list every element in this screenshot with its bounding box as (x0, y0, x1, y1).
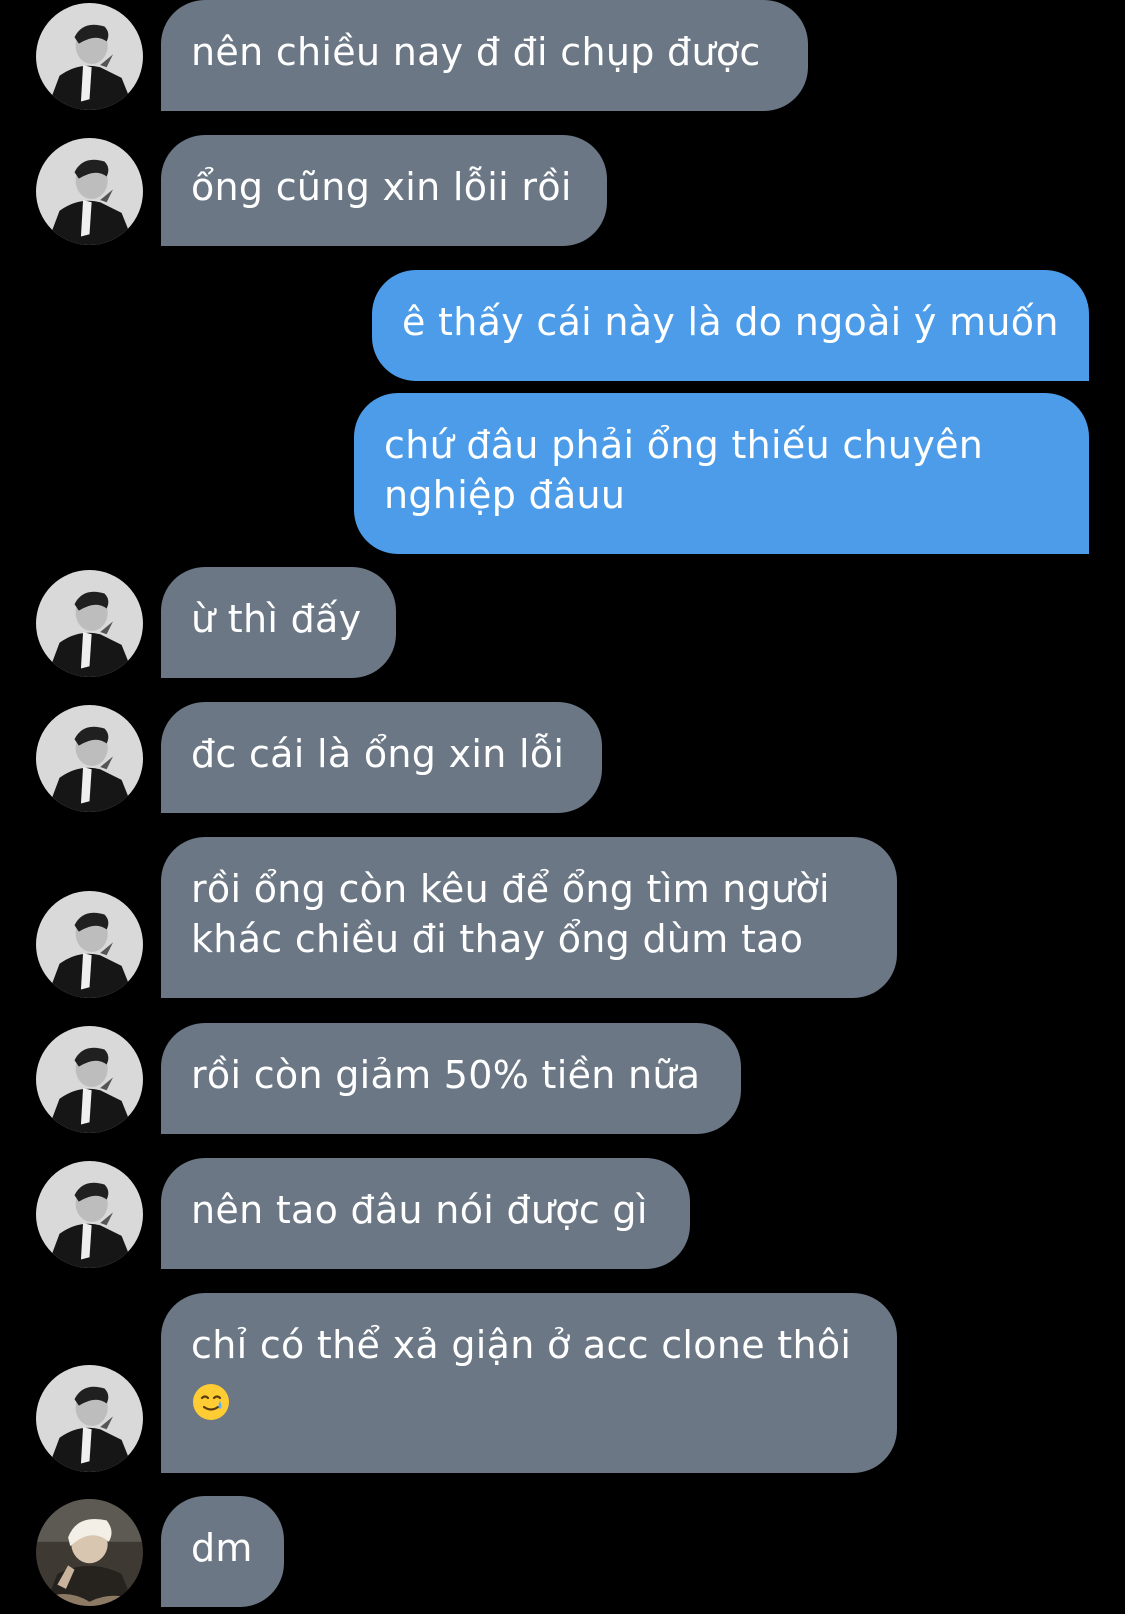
emoji-line (191, 1370, 867, 1422)
message-text: chỉ có thể xả giận ở acc clone thôi (191, 1323, 852, 1367)
message-text: khác chiều đi thay ổng dùm tao (191, 917, 804, 961)
message-text: đc cái là ổng xin lỗi (191, 732, 565, 776)
avatar-bw-portrait-icon (36, 705, 143, 812)
avatar[interactable] (36, 138, 143, 245)
avatar[interactable] (36, 1161, 143, 1268)
avatar[interactable] (36, 891, 143, 998)
message-text: dm (191, 1526, 253, 1570)
chat-thread: nên chiều nay đ đi chụp được ổng cũng xi… (0, 0, 1125, 1614)
message-text: chứ đâu phải ổng thiếu chuyên (384, 423, 984, 467)
message-text: rồi ổng còn kêu để ổng tìm người (191, 867, 830, 911)
message-bubble[interactable]: ừ thì đấy (161, 567, 396, 678)
message-text: nên tao đâu nói được gì (191, 1188, 648, 1232)
avatar-bw-portrait-icon (36, 3, 143, 110)
smiling-face-with-tear-icon (193, 1383, 229, 1420)
avatar[interactable] (36, 570, 143, 677)
avatar-bw-portrait-icon (36, 138, 143, 245)
message-bubble[interactable]: đc cái là ổng xin lỗi (161, 702, 602, 813)
message-text: nên chiều nay đ đi chụp được (191, 30, 761, 74)
message-text: nghiệp đâuu (384, 473, 626, 517)
avatar-bw-portrait-icon (36, 891, 143, 998)
avatar-bw-portrait-icon (36, 570, 143, 677)
avatar-photo-icon (36, 1499, 143, 1606)
avatar[interactable] (36, 1026, 143, 1133)
message-bubble[interactable]: rồi còn giảm 50% tiền nữa (161, 1023, 741, 1134)
message-text: ê thấy cái này là do ngoài ý muốn (402, 300, 1059, 344)
avatar[interactable] (36, 705, 143, 812)
message-text: rồi còn giảm 50% tiền nữa (191, 1053, 701, 1097)
avatar-bw-portrait-icon (36, 1026, 143, 1133)
message-bubble[interactable]: nên chiều nay đ đi chụp được (161, 0, 808, 111)
message-text: ừ thì đấy (191, 597, 362, 641)
message-bubble[interactable]: chứ đâu phải ổng thiếu chuyên nghiệp đâu… (354, 393, 1089, 554)
message-bubble[interactable]: ổng cũng xin lỗii rồi (161, 135, 607, 246)
message-bubble[interactable]: dm (161, 1496, 284, 1607)
message-text: ổng cũng xin lỗii rồi (191, 165, 572, 209)
message-bubble[interactable]: nên tao đâu nói được gì (161, 1158, 690, 1269)
message-bubble[interactable]: ê thấy cái này là do ngoài ý muốn (372, 270, 1089, 381)
avatar[interactable] (36, 1365, 143, 1472)
avatar-bw-portrait-icon (36, 1161, 143, 1268)
message-bubble[interactable]: chỉ có thể xả giận ở acc clone thôi (161, 1293, 897, 1473)
avatar[interactable] (36, 1499, 143, 1606)
avatar[interactable] (36, 3, 143, 110)
message-bubble[interactable]: rồi ổng còn kêu để ổng tìm người khác ch… (161, 837, 897, 998)
avatar-bw-portrait-icon (36, 1365, 143, 1472)
